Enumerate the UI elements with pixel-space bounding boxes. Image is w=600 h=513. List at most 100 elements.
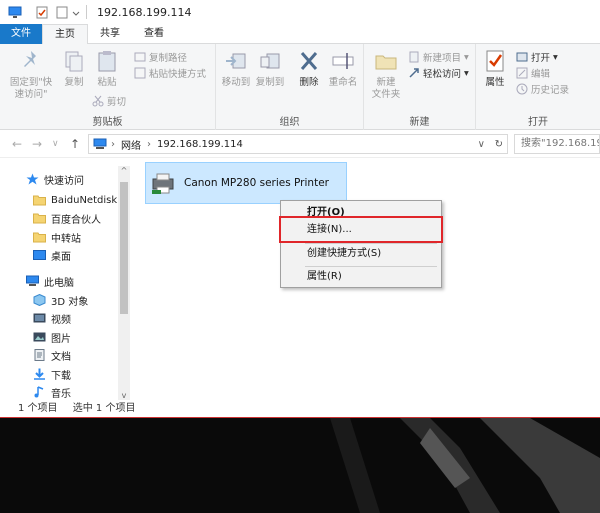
nav-music[interactable]: 音乐 [33,383,71,401]
delete-icon [296,48,322,74]
move-to-label: 移动到 [221,77,251,88]
new-folder-button[interactable]: 新建 文件夹 [368,48,404,101]
new-folder-label-2: 文件夹 [371,89,401,100]
refresh-icon[interactable]: ↻ [495,139,503,150]
nav-label: 快速访问 [44,175,84,187]
pin-quick-access-button[interactable]: 固定到"快 速访问" [6,48,56,101]
nav-label: BaiduNetdiskD [51,194,125,206]
nav-baidunetdisk[interactable]: BaiduNetdiskD [33,191,125,209]
nav-videos[interactable]: 视频 [33,309,71,327]
printer-icon [150,170,176,196]
paste-shortcut-label: 粘贴快捷方式 [149,69,207,80]
new-item-icon [408,51,420,63]
desktop-background [0,418,600,513]
delete-label: 删除 [299,77,319,88]
menu-item-properties[interactable]: 属性(R) [307,270,342,284]
edit-button[interactable]: 编辑 [516,66,550,80]
recent-dropdown-icon[interactable]: ∨ [52,139,59,149]
tab-home[interactable]: 主页 [42,24,88,45]
nav-transfer-station[interactable]: 中转站 [33,228,81,246]
new-folder-icon[interactable] [56,6,70,19]
nav-documents[interactable]: 文档 [33,346,71,364]
music-icon [33,386,46,398]
menu-item-create-shortcut[interactable]: 创建快捷方式(S) [307,247,381,261]
explorer-window: 192.168.199.114 文件 主页 共享 查看 固定到"快 速访问" 复… [0,0,600,418]
folder-icon [33,194,46,206]
nav-label: 下载 [51,370,71,382]
history-icon [516,83,528,95]
history-button[interactable]: 历史记录 [516,82,569,96]
cut-button[interactable]: 剪切 [92,94,126,108]
group-clipboard: 固定到"快 速访问" 复制 粘贴 复制路径 粘贴快捷方式 剪切 剪贴板 [0,44,216,130]
paste-shortcut-icon [134,67,146,79]
group-organize: 移动到 复制到 删除 重命名 组织 [216,44,364,130]
edit-label: 编辑 [531,69,551,80]
nav-3d-objects[interactable]: 3D 对象 [33,291,88,309]
history-label: 历史记录 [531,85,570,96]
folder-icon [33,231,46,243]
window-title: 192.168.199.114 [97,5,192,19]
move-to-button[interactable]: 移动到 [220,48,252,89]
address-bar[interactable]: › 网络 › 192.168.199.114 ∨ ↻ [88,134,508,154]
nav-label: 中转站 [51,233,81,245]
organize-group-label: 组织 [279,117,300,128]
properties-button[interactable]: 属性 [480,48,510,89]
address-dropdown-icon[interactable]: ∨ [478,139,485,150]
rename-icon [330,48,356,74]
copy-to-button[interactable]: 复制到 [254,48,286,89]
breadcrumb-chevron-icon[interactable]: › [111,139,115,150]
new-folder-label-1: 新建 [376,77,396,88]
back-arrow-icon[interactable]: ← [12,137,22,151]
edit-icon [516,67,528,79]
dropdown-icon[interactable] [72,6,80,19]
scroll-thumb[interactable] [120,182,128,314]
easy-access-icon [408,67,420,79]
breadcrumb-network[interactable]: 网络 [121,137,141,152]
delete-button[interactable]: 删除 [296,48,322,89]
nav-quick-access[interactable]: 快速访问 [26,170,84,188]
paste-label: 粘贴 [97,77,117,88]
up-arrow-icon[interactable]: ↑ [70,137,80,151]
breadcrumb-chevron-icon[interactable]: › [147,139,151,150]
paste-button[interactable]: 粘贴 [92,48,122,89]
easy-access-button[interactable]: 轻松访问 ▾ [408,66,469,80]
chevron-down-icon: ▾ [464,67,469,79]
open-button[interactable]: 打开 ▾ [516,50,558,64]
new-item-button[interactable]: 新建项目 ▾ [408,50,469,64]
title-bar: 192.168.199.114 [0,0,600,24]
tab-file[interactable]: 文件 [0,24,42,44]
new-group-label: 新建 [409,117,430,128]
copy-button[interactable]: 复制 [60,48,88,89]
printer-item[interactable]: Canon MP280 series Printer [145,162,347,204]
rename-button[interactable]: 重命名 [326,48,360,89]
computer-icon [26,275,39,287]
search-input[interactable]: 搜索"192.168.199.114" [514,134,600,154]
tab-share[interactable]: 共享 [88,24,132,44]
document-icon [33,349,46,361]
scroll-up-icon[interactable]: ^ [118,166,130,175]
computer-icon [8,6,22,19]
nav-downloads[interactable]: 下载 [33,365,71,383]
scroll-down-icon[interactable]: v [118,391,130,400]
copy-label: 复制 [64,77,84,88]
nav-desktop[interactable]: 桌面 [33,246,71,264]
address-row: ← → ∨ ↑ › 网络 › 192.168.199.114 ∨ ↻ 搜索"19… [0,130,600,158]
nav-this-pc[interactable]: 此电脑 [26,272,74,290]
copy-to-icon [257,48,283,74]
separator [86,5,87,19]
clipboard-group-label: 剪贴板 [92,117,123,128]
nav-baidu-partner[interactable]: 百度合伙人 [33,209,101,227]
nav-scrollbar[interactable]: ^ v [118,166,130,400]
nav-label: 图片 [51,333,71,345]
nav-pictures[interactable]: 图片 [33,328,71,346]
picture-icon [33,331,46,343]
paste-shortcut-button[interactable]: 粘贴快捷方式 [134,66,206,80]
forward-arrow-icon[interactable]: → [32,137,42,151]
copy-path-button[interactable]: 复制路径 [134,50,187,64]
tab-view[interactable]: 查看 [132,24,176,44]
breadcrumb-host[interactable]: 192.168.199.114 [157,139,243,150]
properties-icon[interactable] [36,6,50,19]
properties-check-icon [482,48,508,74]
nav-label: 桌面 [51,251,71,263]
easy-access-label: 轻松访问 [423,69,462,80]
